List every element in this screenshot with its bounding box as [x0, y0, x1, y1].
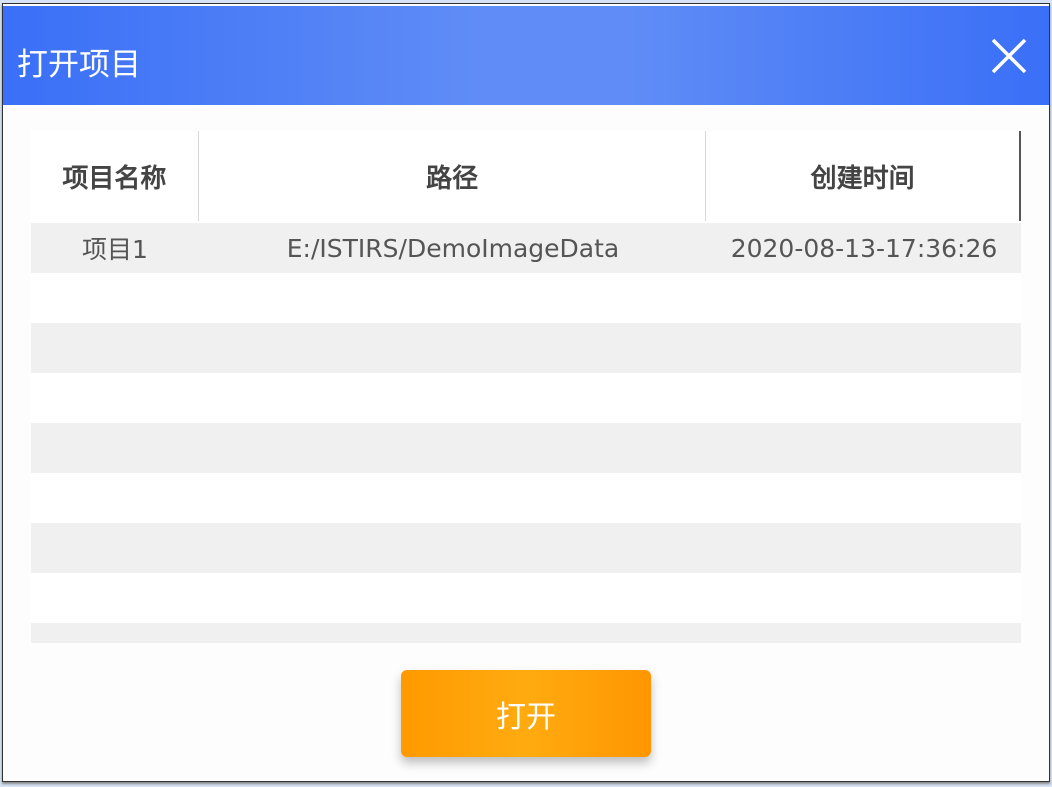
empty-row: [31, 323, 1021, 373]
column-header-name[interactable]: 项目名称: [31, 131, 199, 221]
project-table: 项目名称 路径 创建时间 项目1 E:/ISTIRS/DemoImageData…: [31, 131, 1021, 643]
empty-row: [31, 523, 1021, 573]
cell-name: 项目1: [82, 235, 148, 264]
cell-path: E:/ISTIRS/DemoImageData: [286, 233, 620, 263]
empty-row: [31, 573, 1021, 623]
column-header-path[interactable]: 路径: [199, 131, 707, 221]
empty-row: [31, 473, 1021, 523]
cell-created: 2020-08-13-17:36:26: [730, 233, 998, 263]
table-row[interactable]: 项目1 E:/ISTIRS/DemoImageData 2020-08-13-1…: [31, 223, 1021, 273]
empty-row: [31, 423, 1021, 473]
empty-row: [31, 273, 1021, 323]
title-bar: 打开项目: [3, 6, 1049, 105]
table-header: 项目名称 路径 创建时间: [31, 131, 1021, 221]
empty-row: [31, 623, 1021, 643]
column-header-created[interactable]: 创建时间: [706, 131, 1021, 221]
close-icon[interactable]: [989, 36, 1029, 76]
empty-row: [31, 373, 1021, 423]
open-project-dialog: 打开项目 项目名称 路径 创建时间 项目1 E:/ISTIRS/DemoImag…: [2, 3, 1050, 782]
open-button[interactable]: 打开: [401, 670, 651, 757]
dialog-title: 打开项目: [17, 47, 141, 83]
